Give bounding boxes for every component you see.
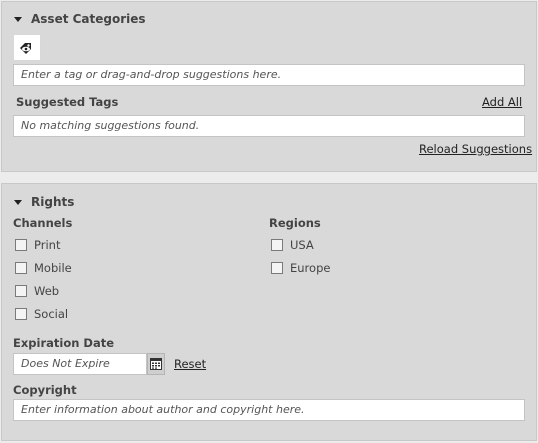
rights-panel: Rights Channels Print Mobile Web Social … — [1, 183, 537, 441]
calendar-icon — [150, 358, 162, 370]
checkbox[interactable] — [15, 262, 27, 274]
asset-categories-header[interactable]: Asset Categories — [14, 12, 146, 26]
checkbox[interactable] — [271, 239, 283, 251]
checkbox[interactable] — [15, 239, 27, 251]
add-all-link[interactable]: Add All — [482, 95, 522, 109]
region-checkbox-europe[interactable]: Europe — [271, 261, 330, 275]
expiration-date-label: Expiration Date — [13, 336, 115, 350]
checkbox-label: Print — [34, 238, 61, 252]
tag-visibility-button[interactable] — [13, 34, 41, 61]
tag-input[interactable]: Enter a tag or drag-and-drop suggestions… — [13, 64, 525, 86]
channels-label: Channels — [13, 216, 73, 230]
checkbox-label: Social — [34, 307, 69, 321]
collapse-caret-icon[interactable] — [14, 16, 22, 22]
copyright-label: Copyright — [13, 383, 77, 397]
checkbox-label: Mobile — [34, 261, 72, 275]
asset-categories-title: Asset Categories — [31, 12, 146, 26]
channel-checkbox-mobile[interactable]: Mobile — [15, 261, 72, 275]
channel-checkbox-print[interactable]: Print — [15, 238, 60, 252]
channel-checkbox-web[interactable]: Web — [15, 284, 59, 298]
suggestions-box: No matching suggestions found. — [13, 115, 525, 137]
regions-label: Regions — [269, 216, 321, 230]
calendar-button[interactable] — [147, 353, 165, 375]
checkbox[interactable] — [271, 262, 283, 274]
checkbox-label: Web — [34, 284, 60, 298]
asset-categories-panel: Asset Categories Enter a tag or drag-and… — [1, 1, 537, 172]
tag-eye-icon — [20, 42, 31, 54]
reload-suggestions-link[interactable]: Reload Suggestions — [419, 142, 532, 156]
copyright-input[interactable]: Enter information about author and copyr… — [13, 399, 525, 421]
region-checkbox-usa[interactable]: USA — [271, 238, 314, 252]
collapse-caret-icon[interactable] — [14, 199, 22, 205]
reset-expiration-link[interactable]: Reset — [174, 357, 206, 371]
expiration-date-input[interactable]: Does Not Expire — [13, 353, 147, 375]
rights-title: Rights — [31, 195, 75, 209]
checkbox[interactable] — [15, 308, 27, 320]
checkbox-label: USA — [290, 238, 314, 252]
channel-checkbox-social[interactable]: Social — [15, 307, 68, 321]
checkbox-label: Europe — [290, 261, 331, 275]
suggested-tags-label: Suggested Tags — [16, 95, 119, 109]
rights-header[interactable]: Rights — [14, 195, 74, 209]
checkbox[interactable] — [15, 285, 27, 297]
